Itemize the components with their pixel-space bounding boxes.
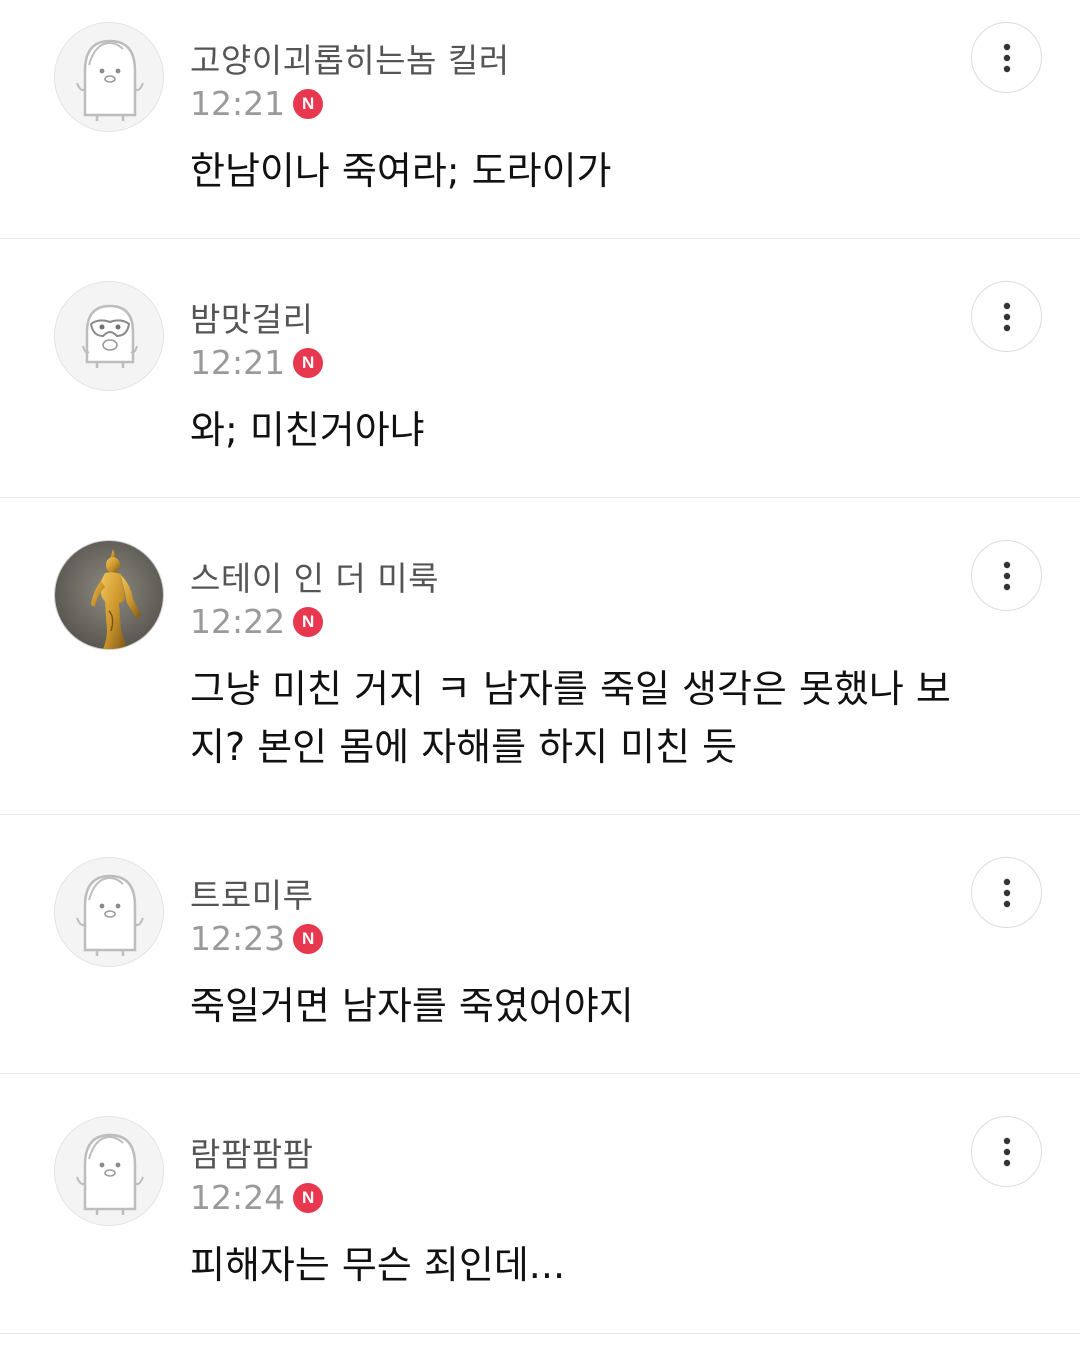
comment-time: 12:21 [190, 84, 286, 123]
new-badge: N [293, 88, 324, 119]
comment-nickname[interactable]: 스테이 인 더 미룩 [190, 552, 439, 600]
comment-item: 고양이괴롭히는놈 킬러 12:21 N 한남이나 죽여라; 도라이가 [0, 0, 1080, 239]
comment-text: 죽일거면 남자를 죽였어야지 [190, 984, 634, 1028]
more-options-button[interactable] [971, 281, 1042, 352]
comment-meta: 12:22 N [190, 602, 324, 641]
comment-item: 트로미루 12:23 N 죽일거면 남자를 죽였어야지 [0, 815, 1080, 1074]
new-badge: N [293, 347, 324, 378]
comment-nickname[interactable]: 고양이괴롭히는놈 킬러 [190, 34, 510, 82]
comment-item: 람팜팜팜 12:24 N 피해자는 무슨 죄인데... [0, 1074, 1080, 1334]
comment-meta: 12:24 N [190, 1178, 324, 1217]
comment-nickname[interactable]: 트로미루 [190, 869, 313, 917]
vertical-ellipsis-icon [1003, 561, 1010, 590]
comment-meta: 12:21 N [190, 343, 324, 382]
penguin-avatar-icon[interactable] [54, 857, 164, 967]
comment-nickname[interactable]: 밤맛걸리 [190, 293, 313, 341]
vertical-ellipsis-icon [1003, 1137, 1010, 1166]
masked-penguin-avatar-icon[interactable] [54, 281, 164, 391]
comment-text: 그냥 미친 거지 ㅋ 남자를 죽일 생각은 못했나 보지? 본인 몸에 자해를 … [190, 667, 951, 769]
new-badge: N [293, 923, 324, 954]
comment-list: 고양이괴롭히는놈 킬러 12:21 N 한남이나 죽여라; 도라이가 밤맛걸리 … [0, 0, 1080, 1334]
penguin-avatar-icon[interactable] [54, 1116, 164, 1226]
vertical-ellipsis-icon [1003, 43, 1010, 72]
comment-time: 12:24 [190, 1178, 286, 1217]
comment-text: 피해자는 무슨 죄인데... [190, 1243, 566, 1287]
vertical-ellipsis-icon [1003, 302, 1010, 331]
comment-item: 스테이 인 더 미룩 12:22 N 그냥 미친 거지 ㅋ 남자를 죽일 생각은… [0, 498, 1080, 815]
comment-meta: 12:23 N [190, 919, 324, 958]
more-options-button[interactable] [971, 1116, 1042, 1187]
comment-time: 12:21 [190, 343, 286, 382]
comment-text: 와; 미친거아냐 [190, 408, 425, 452]
comment-text: 한남이나 죽여라; 도라이가 [190, 149, 612, 193]
more-options-button[interactable] [971, 857, 1042, 928]
vertical-ellipsis-icon [1003, 878, 1010, 907]
comment-time: 12:22 [190, 602, 286, 641]
comment-item: 밤맛걸리 12:21 N 와; 미친거아냐 [0, 239, 1080, 498]
more-options-button[interactable] [971, 22, 1042, 93]
more-options-button[interactable] [971, 540, 1042, 611]
comment-meta: 12:21 N [190, 84, 324, 123]
comment-time: 12:23 [190, 919, 286, 958]
comment-nickname[interactable]: 람팜팜팜 [190, 1128, 313, 1176]
new-badge: N [293, 606, 324, 637]
new-badge: N [293, 1182, 324, 1213]
penguin-avatar-icon[interactable] [54, 22, 164, 132]
golden-statue-avatar[interactable] [54, 540, 164, 650]
